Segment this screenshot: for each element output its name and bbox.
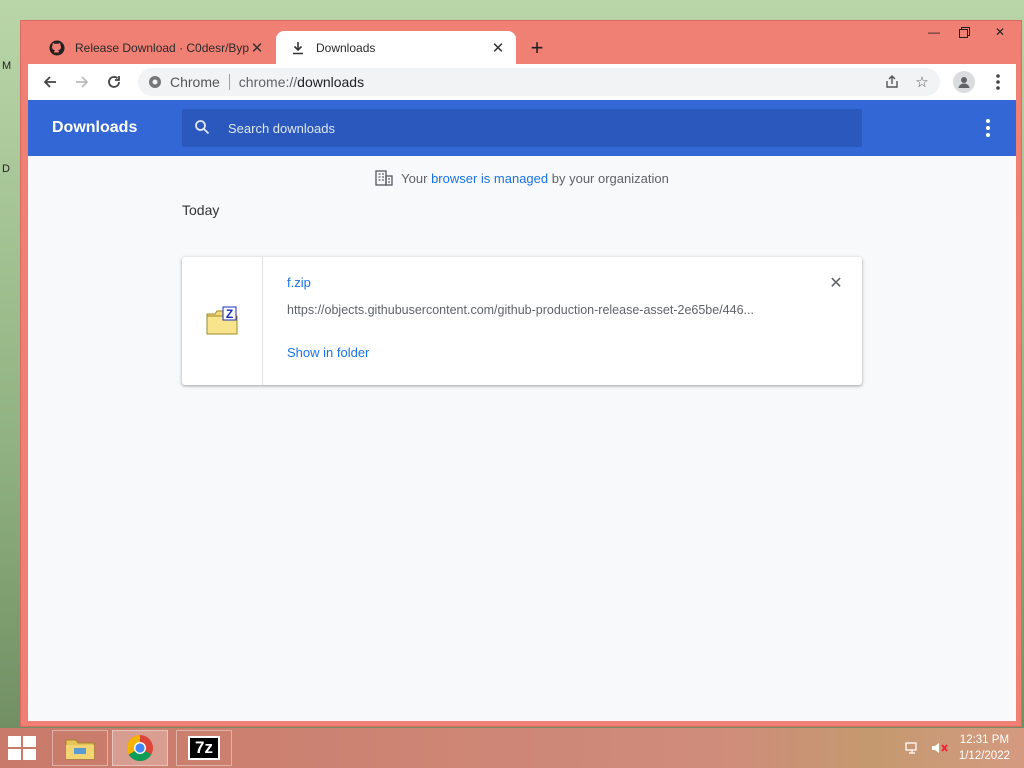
- profile-button[interactable]: [948, 66, 980, 98]
- svg-text:Z: Z: [226, 307, 233, 321]
- chrome-icon[interactable]: [112, 730, 168, 766]
- tab-title: Downloads: [316, 40, 376, 55]
- address-bar[interactable]: Chrome chrome://downloads ☆: [138, 68, 940, 96]
- search-field[interactable]: Search downloads: [182, 109, 862, 147]
- building-icon: [375, 170, 393, 186]
- clock-date: 1/12/2022: [958, 750, 1010, 762]
- downloads-page: Downloads Search downloads Your browser …: [28, 100, 1016, 721]
- minimize-button[interactable]: —: [919, 21, 949, 43]
- new-tab-button[interactable]: +: [526, 35, 548, 60]
- tab-downloads[interactable]: Downloads ✕: [276, 31, 516, 64]
- file-icon-cell: Z: [182, 257, 263, 385]
- site-chip-label: Chrome: [170, 74, 220, 90]
- maximize-button[interactable]: [949, 21, 979, 43]
- bookmark-star-icon[interactable]: ☆: [910, 70, 934, 94]
- window-close-button[interactable]: ✕: [979, 21, 1021, 43]
- url-text: chrome://downloads: [238, 74, 365, 90]
- show-in-folder-link[interactable]: Show in folder: [287, 345, 369, 360]
- forward-icon[interactable]: [66, 66, 98, 98]
- 7zip-icon[interactable]: 7z: [176, 730, 232, 766]
- close-icon[interactable]: ✕: [490, 40, 506, 57]
- chrome-icon: [148, 75, 162, 89]
- site-chip[interactable]: Chrome: [148, 74, 220, 90]
- downloads-header: Downloads Search downloads: [28, 100, 1016, 156]
- chrome-menu-icon[interactable]: [982, 66, 1014, 98]
- managed-notice: Your browser is managed by your organiza…: [28, 170, 1016, 186]
- avatar: [953, 71, 975, 93]
- divider: [228, 74, 230, 90]
- close-icon[interactable]: ✕: [249, 40, 265, 57]
- more-actions-icon[interactable]: [978, 118, 998, 138]
- download-icon: [290, 40, 306, 56]
- clock[interactable]: 12:31 PM 1/12/2022: [959, 732, 1010, 764]
- toolbar: Chrome chrome://downloads ☆: [28, 64, 1016, 100]
- system-tray: 12:31 PM 1/12/2022: [905, 732, 1010, 764]
- page-title: Downloads: [52, 119, 138, 136]
- remove-item-close-icon[interactable]: ✕: [828, 275, 844, 292]
- reload-icon[interactable]: [98, 66, 130, 98]
- file-explorer-icon[interactable]: [52, 730, 108, 766]
- share-icon[interactable]: [880, 70, 904, 94]
- search-icon: [194, 119, 212, 137]
- github-icon: [49, 40, 65, 56]
- managed-link[interactable]: browser is managed: [431, 171, 548, 186]
- file-source-url[interactable]: https://objects.githubusercontent.com/gi…: [287, 303, 787, 317]
- toolbar-right: [948, 66, 1014, 98]
- window-controls: — ✕: [919, 21, 1021, 43]
- tab-release-download[interactable]: Release Download · C0desr/Bypa ✕: [35, 31, 275, 64]
- windows-start-icon[interactable]: [8, 736, 38, 762]
- desktop-icon-label[interactable]: M: [2, 60, 11, 72]
- desktop-icon-label[interactable]: D: [2, 163, 10, 175]
- network-icon[interactable]: [905, 741, 921, 755]
- tab-title: Release Download · C0desr/Bypa: [75, 40, 249, 55]
- browser-window: Release Download · C0desr/Bypa ✕ Downloa…: [20, 20, 1022, 727]
- zip-file-icon: Z: [205, 306, 239, 336]
- date-heading: Today: [182, 202, 220, 218]
- managed-text: Your browser is managed by your organiza…: [401, 170, 669, 186]
- back-icon[interactable]: [34, 66, 66, 98]
- omnibox-actions: ☆: [880, 70, 934, 94]
- download-item-body: f.zip https://objects.githubusercontent.…: [263, 257, 862, 385]
- search-placeholder: Search downloads: [228, 120, 335, 136]
- volume-muted-icon[interactable]: [931, 741, 949, 755]
- clock-time: 12:31 PM: [959, 734, 1010, 746]
- file-name-link[interactable]: f.zip: [287, 275, 838, 290]
- download-item: Z f.zip https://objects.githubuserconten…: [182, 257, 862, 385]
- tab-strip: Release Download · C0desr/Bypa ✕ Downloa…: [21, 21, 1021, 64]
- taskbar: 7z 12:31 PM 1/12/2022: [0, 728, 1024, 768]
